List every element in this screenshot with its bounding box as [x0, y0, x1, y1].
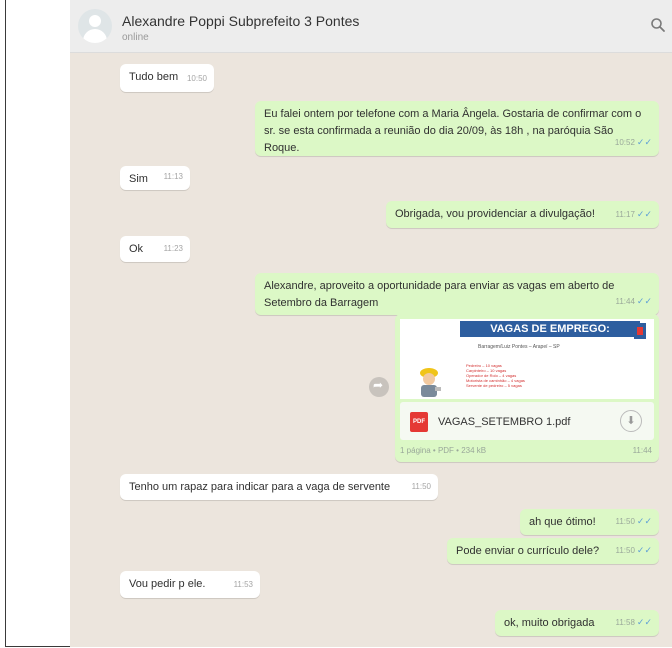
message-time-status: 11:44 — [633, 442, 652, 459]
message-text: Alexandre, aproveito a oportunidade para… — [264, 280, 615, 309]
file-row[interactable]: PDF VAGAS_SETEMBRO 1.pdf ⬇ — [400, 402, 654, 440]
message-time: 11:17 — [615, 210, 635, 219]
message-time: 11:50 — [615, 517, 635, 526]
avatar-body — [83, 29, 107, 43]
message-text: Tudo bem — [129, 71, 179, 83]
message-text: Vou pedir p ele. — [129, 578, 206, 590]
forward-icon[interactable] — [369, 377, 389, 397]
message-time: 11:58 — [615, 618, 635, 627]
message-text: ah que ótimo! — [529, 516, 596, 528]
download-icon[interactable]: ⬇ — [620, 410, 642, 432]
double-check-icon: ✓✓ — [636, 516, 652, 526]
message-time: 11:13 — [163, 172, 183, 181]
double-check-icon: ✓✓ — [636, 545, 652, 555]
message-text: Pode enviar o currículo dele? — [456, 545, 600, 557]
message-incoming[interactable]: Tudo bem 10:50 — [120, 64, 214, 92]
contact-name[interactable]: Alexandre Poppi Subprefeito 3 Pontes — [122, 13, 359, 29]
message-time: 11:50 — [615, 546, 635, 555]
message-text: ok, muito obrigada — [504, 617, 595, 629]
preview-subtitle: Barragem/Luiz Pontes – Arapeí – SP — [478, 344, 560, 350]
message-time: 11:53 — [233, 580, 253, 589]
message-attachment[interactable]: VAGAS DE EMPREGO: Barragem/Luiz Pontes –… — [395, 314, 659, 462]
double-check-icon: ✓✓ — [636, 137, 652, 147]
message-incoming[interactable]: Tenho um rapaz para indicar para a vaga … — [120, 474, 438, 500]
file-name[interactable]: VAGAS_SETEMBRO 1.pdf — [438, 414, 570, 431]
double-check-icon: ✓✓ — [636, 617, 652, 627]
chat-header[interactable]: Alexandre Poppi Subprefeito 3 Pontes onl… — [70, 0, 672, 53]
double-check-icon: ✓✓ — [636, 296, 652, 306]
window-frame: Alexandre Poppi Subprefeito 3 Pontes onl… — [5, 0, 672, 647]
logo-icon — [634, 323, 646, 339]
file-meta: 1 página • PDF • 234 kB — [400, 446, 487, 455]
worker-illustration — [420, 368, 441, 397]
message-text: Tenho um rapaz para indicar para a vaga … — [129, 481, 391, 493]
message-outgoing[interactable]: ah que ótimo! 11:50 ✓✓ — [520, 509, 659, 535]
message-outgoing[interactable]: ok, muito obrigada 11:58 ✓✓ — [495, 610, 659, 636]
message-incoming[interactable]: Ok 11:23 — [120, 236, 190, 262]
message-outgoing[interactable]: Obrigada, vou providenciar a divulgação!… — [386, 201, 659, 228]
double-check-icon: ✓✓ — [636, 209, 652, 219]
chat-panel: Alexandre Poppi Subprefeito 3 Pontes onl… — [70, 0, 672, 647]
message-time: 10:52 — [614, 138, 635, 147]
message-time-status: 11:44 ✓✓ — [615, 293, 652, 310]
message-incoming[interactable]: Vou pedir p ele. 11:53 — [120, 571, 260, 598]
message-time-status: 10:52 ✓✓ — [615, 134, 652, 151]
message-time-status: 11:58 ✓✓ — [615, 614, 652, 631]
message-incoming[interactable]: Sim 11:13 — [120, 166, 190, 190]
search-icon[interactable] — [650, 17, 666, 33]
message-time: 11:50 — [411, 482, 431, 491]
message-text: Sim — [129, 173, 148, 185]
avatar[interactable] — [78, 9, 112, 43]
vacancy-item: Servente de pedreiro – 5 vagas — [466, 383, 522, 388]
message-time: 11:44 — [615, 297, 635, 306]
vacancy-list: Pedreiro – 10 vagas Carpinteiro – 10 vag… — [466, 363, 525, 388]
message-text: Eu falei ontem por telefone com a Maria … — [264, 108, 642, 154]
message-outgoing[interactable]: Pode enviar o currículo dele? 11:50 ✓✓ — [447, 538, 659, 564]
message-time: 10:50 — [186, 74, 207, 83]
pdf-icon: PDF — [410, 412, 428, 432]
contact-status: online — [122, 32, 149, 43]
message-time: 11:44 — [632, 446, 652, 455]
message-time-status: 11:50 ✓✓ — [615, 513, 652, 530]
message-outgoing[interactable]: Eu falei ontem por telefone com a Maria … — [255, 101, 659, 156]
message-text: Ok — [129, 243, 144, 255]
message-outgoing[interactable]: Alexandre, aproveito a oportunidade para… — [255, 273, 659, 315]
message-time-status: 11:17 ✓✓ — [615, 206, 652, 223]
document-preview[interactable]: VAGAS DE EMPREGO: Barragem/Luiz Pontes –… — [400, 319, 654, 399]
message-text: Obrigada, vou providenciar a divulgação! — [395, 208, 595, 220]
preview-banner: VAGAS DE EMPREGO: — [460, 321, 640, 337]
message-time-status: 11:50 ✓✓ — [615, 542, 652, 559]
avatar-head — [89, 15, 101, 27]
message-time: 11:23 — [163, 244, 183, 253]
